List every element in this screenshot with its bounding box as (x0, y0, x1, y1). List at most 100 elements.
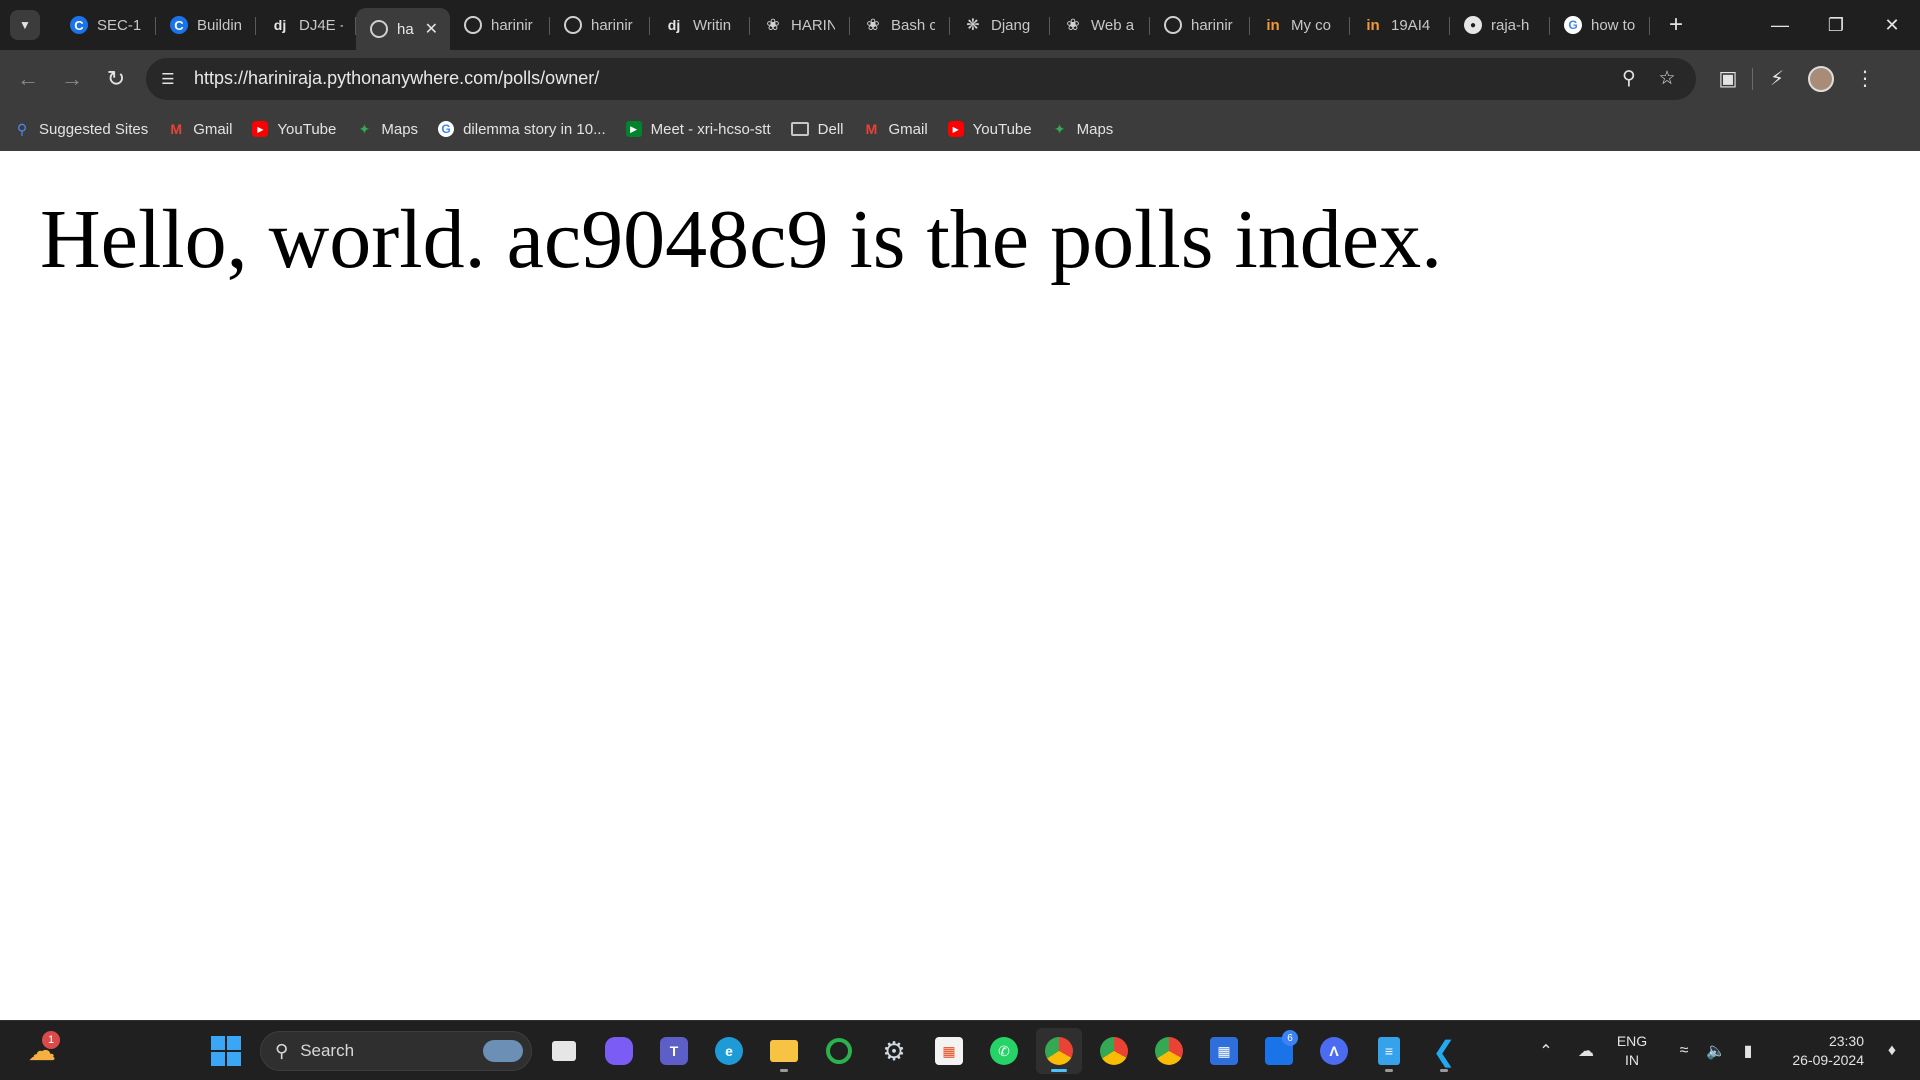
bookmark-meet[interactable]: ▶ Meet - xri-hcso-stt (625, 121, 771, 138)
tab-label: HARIN (791, 16, 835, 34)
whatsapp-icon: ✆ (990, 1037, 1018, 1065)
bookmark-label: YouTube (277, 120, 337, 138)
minimize-button[interactable]: — (1752, 0, 1808, 50)
github-icon: ● (1464, 16, 1482, 34)
close-tab-icon[interactable]: ✕ (425, 19, 438, 39)
gmail-icon: M (170, 121, 183, 137)
tab[interactable]: ❀ HARIN (750, 0, 850, 50)
edge-button[interactable]: e (706, 1028, 752, 1074)
toolbar-actions: ▣ ⚡ ⋮ (1706, 57, 1887, 101)
calendar-button[interactable]: ▦ (1201, 1028, 1247, 1074)
store-button[interactable]: ▦ (926, 1028, 972, 1074)
site-info-icon[interactable]: ☰ (150, 61, 186, 97)
store-icon: ▦ (935, 1037, 963, 1065)
bookmark-gmail[interactable]: M Gmail (863, 121, 928, 138)
vscode-button[interactable]: ❮ (1421, 1028, 1467, 1074)
close-window-button[interactable]: ✕ (1864, 0, 1920, 50)
onedrive-icon[interactable]: ☁ (1570, 1031, 1602, 1071)
forward-button[interactable]: → (50, 57, 94, 101)
language-indicator[interactable]: ENG IN (1608, 1032, 1656, 1070)
tab-label: Buildin (197, 16, 241, 34)
whatsapp-button[interactable]: ✆ (981, 1028, 1027, 1074)
volume-muted-icon[interactable]: 🔈 (1700, 1031, 1732, 1071)
settings-button[interactable]: ⚙ (871, 1028, 917, 1074)
tab[interactable]: C SEC-1 (56, 0, 156, 50)
tab-label: My co (1291, 16, 1332, 34)
url-text[interactable]: https://hariniraja.pythonanywhere.com/po… (194, 68, 599, 89)
bookmark-maps[interactable]: ✦ Maps (1052, 121, 1114, 138)
tab[interactable]: G how to (1550, 0, 1650, 50)
chevron-down-icon: ▼ (19, 18, 31, 32)
search-icon: ⚲ (16, 120, 28, 137)
bookmark-youtube[interactable]: ▶ YouTube (252, 121, 336, 138)
wifi-icon[interactable]: ≈ (1668, 1031, 1700, 1071)
tab[interactable]: dj Writin (650, 0, 750, 50)
tab[interactable]: ❋ Djang (950, 0, 1050, 50)
profile-avatar[interactable] (1799, 57, 1843, 101)
feather-icon: ❀ (866, 17, 880, 34)
reload-button[interactable]: ↻ (94, 57, 138, 101)
tab-search-button[interactable]: ▼ (10, 10, 40, 40)
chrome-profile-button[interactable] (1091, 1028, 1137, 1074)
clock[interactable]: 23:30 26-09-2024 (1774, 1032, 1864, 1070)
django-dj-icon: dj (667, 17, 681, 33)
tab-label: 19AI4 (1391, 16, 1431, 34)
teams-button[interactable]: T (651, 1028, 697, 1074)
bookmark-label: dilemma story in 10... (463, 120, 606, 138)
extensions-icon[interactable]: ▣ (1706, 57, 1750, 101)
copilot-button[interactable] (596, 1028, 642, 1074)
address-bar[interactable]: ☰ https://hariniraja.pythonanywhere.com/… (146, 57, 1696, 100)
tab[interactable]: harinir (550, 0, 650, 50)
microsoft-store-button[interactable]: 6 (1256, 1028, 1302, 1074)
file-explorer-button[interactable] (761, 1028, 807, 1074)
performance-icon[interactable]: ⚡ (1755, 57, 1799, 101)
bookmark-folder-dell[interactable]: Dell (790, 121, 843, 138)
taskbar-apps: ⚲ Search T e ⚙ ▦ ✆ ▦ 6 Λ ≡ ❮ (206, 1021, 1467, 1080)
tab[interactable]: ❀ Web a (1050, 0, 1150, 50)
tab[interactable]: ❀ Bash c (850, 0, 950, 50)
avatar (1808, 65, 1834, 92)
new-tab-button[interactable]: + (1664, 11, 1688, 39)
battery-icon[interactable]: ▮ (1732, 1031, 1764, 1071)
arc-button[interactable]: Λ (1311, 1028, 1357, 1074)
weather-badge: 1 (42, 1030, 60, 1049)
bookmark-gmail[interactable]: M Gmail (168, 121, 232, 138)
running-indicator (1385, 1069, 1393, 1072)
address-bar-actions: ⚲ ☆ (1610, 60, 1686, 98)
zoom-icon[interactable]: ⚲ (1610, 60, 1648, 98)
chrome-button-active[interactable] (1036, 1028, 1082, 1074)
windows-start-icon[interactable] (206, 1031, 246, 1071)
windows-taskbar: ☁ 1 ⚲ Search T e ⚙ ▦ ✆ ▦ 6 Λ ≡ ❮ ⌃ ☁ ENG… (0, 1020, 1920, 1080)
task-view-button[interactable] (541, 1028, 587, 1074)
bookmark-label: Maps (381, 120, 419, 138)
bookmark-star-icon[interactable]: ☆ (1648, 60, 1686, 98)
weather-widget[interactable]: ☁ 1 (22, 1030, 62, 1071)
globe-icon (370, 20, 388, 38)
bookmark-maps[interactable]: ✦ Maps (356, 120, 419, 138)
coursera-c-icon: C (170, 16, 188, 34)
tab[interactable]: in 19AI4 (1350, 0, 1450, 50)
tab[interactable]: C Buildin (156, 0, 256, 50)
tab[interactable]: dj DJ4E - (256, 0, 356, 50)
chrome-profile-button[interactable] (1146, 1028, 1192, 1074)
refresh-app-button[interactable] (816, 1028, 862, 1074)
notepad-icon: ≡ (1378, 1037, 1400, 1065)
bookmark-dilemma-story[interactable]: G dilemma story in 10... (438, 121, 606, 138)
tab[interactable]: in My co (1250, 0, 1350, 50)
menu-icon[interactable]: ⋮ (1843, 57, 1887, 101)
bookmark-suggested-sites[interactable]: ⚲ Suggested Sites (14, 121, 148, 138)
bookmark-label: YouTube (972, 120, 1032, 138)
chevron-up-icon[interactable]: ⌃ (1530, 1031, 1562, 1071)
tab[interactable]: harinir (450, 0, 550, 50)
tab[interactable]: harinir (1150, 0, 1250, 50)
taskbar-search[interactable]: ⚲ Search (260, 1031, 532, 1071)
tab-active[interactable]: ha ✕ (356, 8, 450, 50)
notepad-button[interactable]: ≡ (1366, 1028, 1412, 1074)
bookmark-label: Gmail (193, 120, 233, 138)
restore-button[interactable]: ❐ (1808, 0, 1864, 50)
tab[interactable]: ● raja-h (1450, 0, 1550, 50)
back-button[interactable]: ← (6, 57, 50, 101)
notification-badge: 6 (1282, 1030, 1298, 1046)
bookmark-youtube[interactable]: ▶ YouTube (947, 120, 1032, 138)
notification-bell-icon[interactable]: ♦ (1878, 1042, 1906, 1060)
